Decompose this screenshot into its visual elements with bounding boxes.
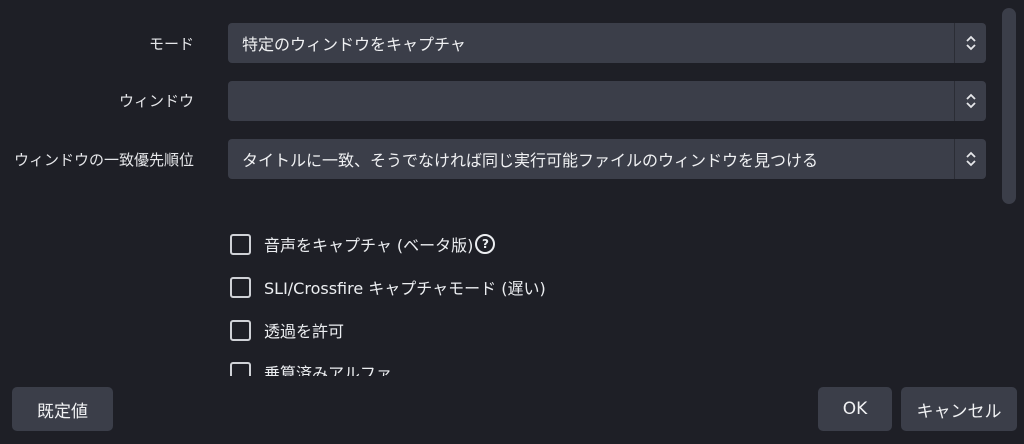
cancel-button[interactable]: キャンセル xyxy=(901,387,1017,431)
defaults-button[interactable]: 既定値 xyxy=(12,387,113,431)
capture-audio-label: 音声をキャプチャ (ベータ版) xyxy=(264,236,474,255)
premultiplied-alpha-option[interactable]: 乗算済みアルファ xyxy=(230,358,392,376)
premultiplied-alpha-label: 乗算済みアルファ xyxy=(264,364,392,376)
priority-label: ウィンドウの一致優先順位 xyxy=(13,151,194,169)
sli-crossfire-option[interactable]: SLI/Crossfire キャプチャモード (遅い) xyxy=(230,273,546,301)
sli-crossfire-checkbox[interactable] xyxy=(230,276,251,298)
updown-arrows-icon xyxy=(954,23,986,63)
mode-select-value: 特定のウィンドウをキャプチャ xyxy=(242,35,466,54)
settings-scroll-area: モード 特定のウィンドウをキャプチャ ウィンドウ ウィンドウの一致優先順位 タイ… xyxy=(0,0,1000,376)
priority-select-value: タイトルに一致、そうでなければ同じ実行可能ファイルのウィンドウを見つける xyxy=(242,151,819,170)
updown-arrows-icon xyxy=(954,139,986,179)
allow-transparency-checkbox[interactable] xyxy=(230,319,251,341)
allow-transparency-option[interactable]: 透過を許可 xyxy=(230,316,344,344)
properties-dialog: モード 特定のウィンドウをキャプチャ ウィンドウ ウィンドウの一致優先順位 タイ… xyxy=(0,0,1024,444)
question-circle-icon[interactable]: ? xyxy=(475,234,496,254)
capture-audio-option[interactable]: 音声をキャプチャ (ベータ版) ? xyxy=(230,230,496,258)
sli-crossfire-label: SLI/Crossfire キャプチャモード (遅い) xyxy=(264,279,546,298)
premultiplied-alpha-checkbox[interactable] xyxy=(230,361,251,376)
mode-label: モード xyxy=(148,35,194,53)
vertical-scrollbar[interactable] xyxy=(1002,8,1016,204)
mode-select[interactable]: 特定のウィンドウをキャプチャ xyxy=(228,23,986,63)
updown-arrows-icon xyxy=(954,81,986,121)
window-select[interactable] xyxy=(228,81,986,121)
allow-transparency-label: 透過を許可 xyxy=(264,322,345,341)
ok-button[interactable]: OK xyxy=(818,387,892,431)
window-label: ウィンドウ xyxy=(118,92,194,110)
priority-select[interactable]: タイトルに一致、そうでなければ同じ実行可能ファイルのウィンドウを見つける xyxy=(228,139,986,179)
capture-audio-checkbox[interactable] xyxy=(230,233,251,255)
